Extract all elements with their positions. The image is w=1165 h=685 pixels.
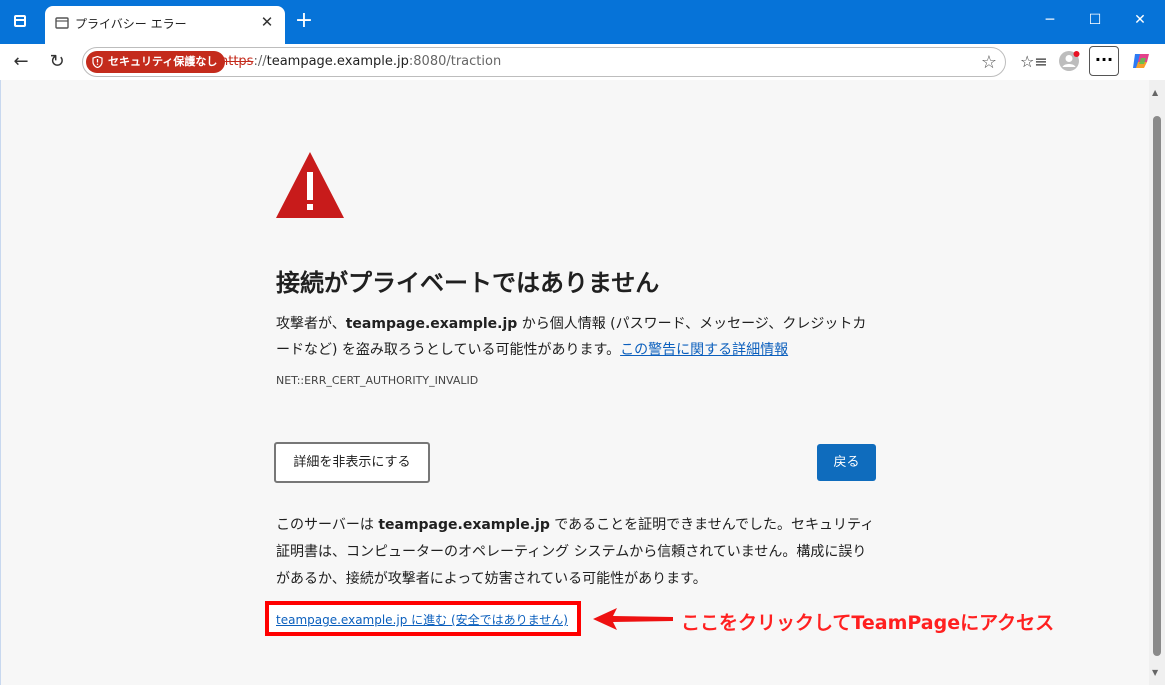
favorite-star-icon[interactable]: ☆ bbox=[981, 52, 997, 73]
profile-avatar-icon bbox=[1059, 51, 1080, 71]
p2-host: teampage.example.jp bbox=[378, 517, 550, 533]
error-page: 接続がプライベートではありません 攻撃者が、teampage.example.j… bbox=[0, 80, 1165, 685]
annotation-callout: ここをクリックしてTeamPageにアクセス bbox=[681, 612, 1055, 634]
tab-actions-icon bbox=[14, 15, 26, 27]
settings-more-button[interactable]: ··· bbox=[1089, 46, 1119, 76]
shield-warning-icon bbox=[92, 56, 103, 68]
learn-more-link[interactable]: この警告に関する詳細情報 bbox=[620, 342, 788, 358]
security-badge[interactable]: セキュリティ保護なし bbox=[86, 51, 226, 73]
copilot-icon[interactable] bbox=[1128, 50, 1154, 74]
warning-triangle-icon bbox=[276, 152, 344, 218]
title-bar: プライバシー エラー ✕ + ─ ☐ ✕ bbox=[0, 0, 1165, 44]
minimize-button[interactable]: ─ bbox=[1035, 8, 1065, 32]
scroll-down-icon[interactable]: ▼ bbox=[1152, 668, 1158, 677]
new-tab-button[interactable]: + bbox=[292, 9, 316, 33]
error-code: NET::ERR_CERT_AUTHORITY_INVALID bbox=[276, 374, 479, 387]
back-to-safety-button[interactable]: 戻る bbox=[817, 444, 876, 481]
security-label: セキュリティ保護なし bbox=[108, 55, 218, 68]
p1-prefix: 攻撃者が、 bbox=[276, 316, 346, 332]
annotation-arrow-icon bbox=[593, 608, 673, 630]
scroll-up-icon[interactable]: ▲ bbox=[1152, 88, 1158, 97]
page-scrollbar[interactable]: ▲ ▼ bbox=[1149, 80, 1165, 685]
hide-details-button[interactable]: 詳細を非表示にする bbox=[274, 442, 430, 483]
warning-description: 攻撃者が、teampage.example.jp から個人情報 (パスワード、メ… bbox=[276, 311, 876, 363]
proceed-unsafe-link[interactable]: teampage.example.jp に進む (安全ではありません) bbox=[276, 611, 568, 628]
url-separator: :// bbox=[253, 54, 267, 69]
tab-close-icon[interactable]: ✕ bbox=[257, 13, 277, 31]
page-title: 接続がプライベートではありません bbox=[276, 269, 660, 297]
details-text: このサーバーは teampage.example.jp であることを証明できませ… bbox=[276, 512, 879, 593]
copilot-logo-icon bbox=[1133, 54, 1149, 68]
browser-toolbar: ← ↻ セキュリティ保護なし https://teampage.example.… bbox=[0, 44, 1165, 80]
maximize-button[interactable]: ☐ bbox=[1080, 8, 1110, 32]
reload-button[interactable]: ↻ bbox=[44, 50, 70, 74]
p1-host: teampage.example.jp bbox=[345, 316, 518, 332]
scrollbar-thumb[interactable] bbox=[1153, 116, 1161, 656]
url-path: :8080/traction bbox=[408, 54, 502, 69]
url-scheme: https bbox=[220, 54, 254, 69]
address-bar[interactable]: セキュリティ保護なし https://teampage.example.jp:8… bbox=[82, 47, 1006, 77]
page-favicon-icon bbox=[55, 17, 69, 29]
p2-prefix: このサーバーは bbox=[276, 517, 379, 533]
url-host: teampage.example.jp bbox=[266, 54, 409, 69]
close-window-button[interactable]: ✕ bbox=[1125, 8, 1155, 32]
active-tab[interactable]: プライバシー エラー ✕ bbox=[45, 6, 285, 44]
favorites-list-icon[interactable]: ☆≡ bbox=[1020, 50, 1048, 74]
url-text[interactable]: https://teampage.example.jp:8080/tractio… bbox=[220, 54, 501, 69]
tab-title: プライバシー エラー bbox=[75, 17, 187, 31]
tab-actions-menu[interactable] bbox=[8, 11, 34, 35]
profile-avatar[interactable] bbox=[1056, 50, 1082, 74]
back-button[interactable]: ← bbox=[8, 50, 34, 74]
